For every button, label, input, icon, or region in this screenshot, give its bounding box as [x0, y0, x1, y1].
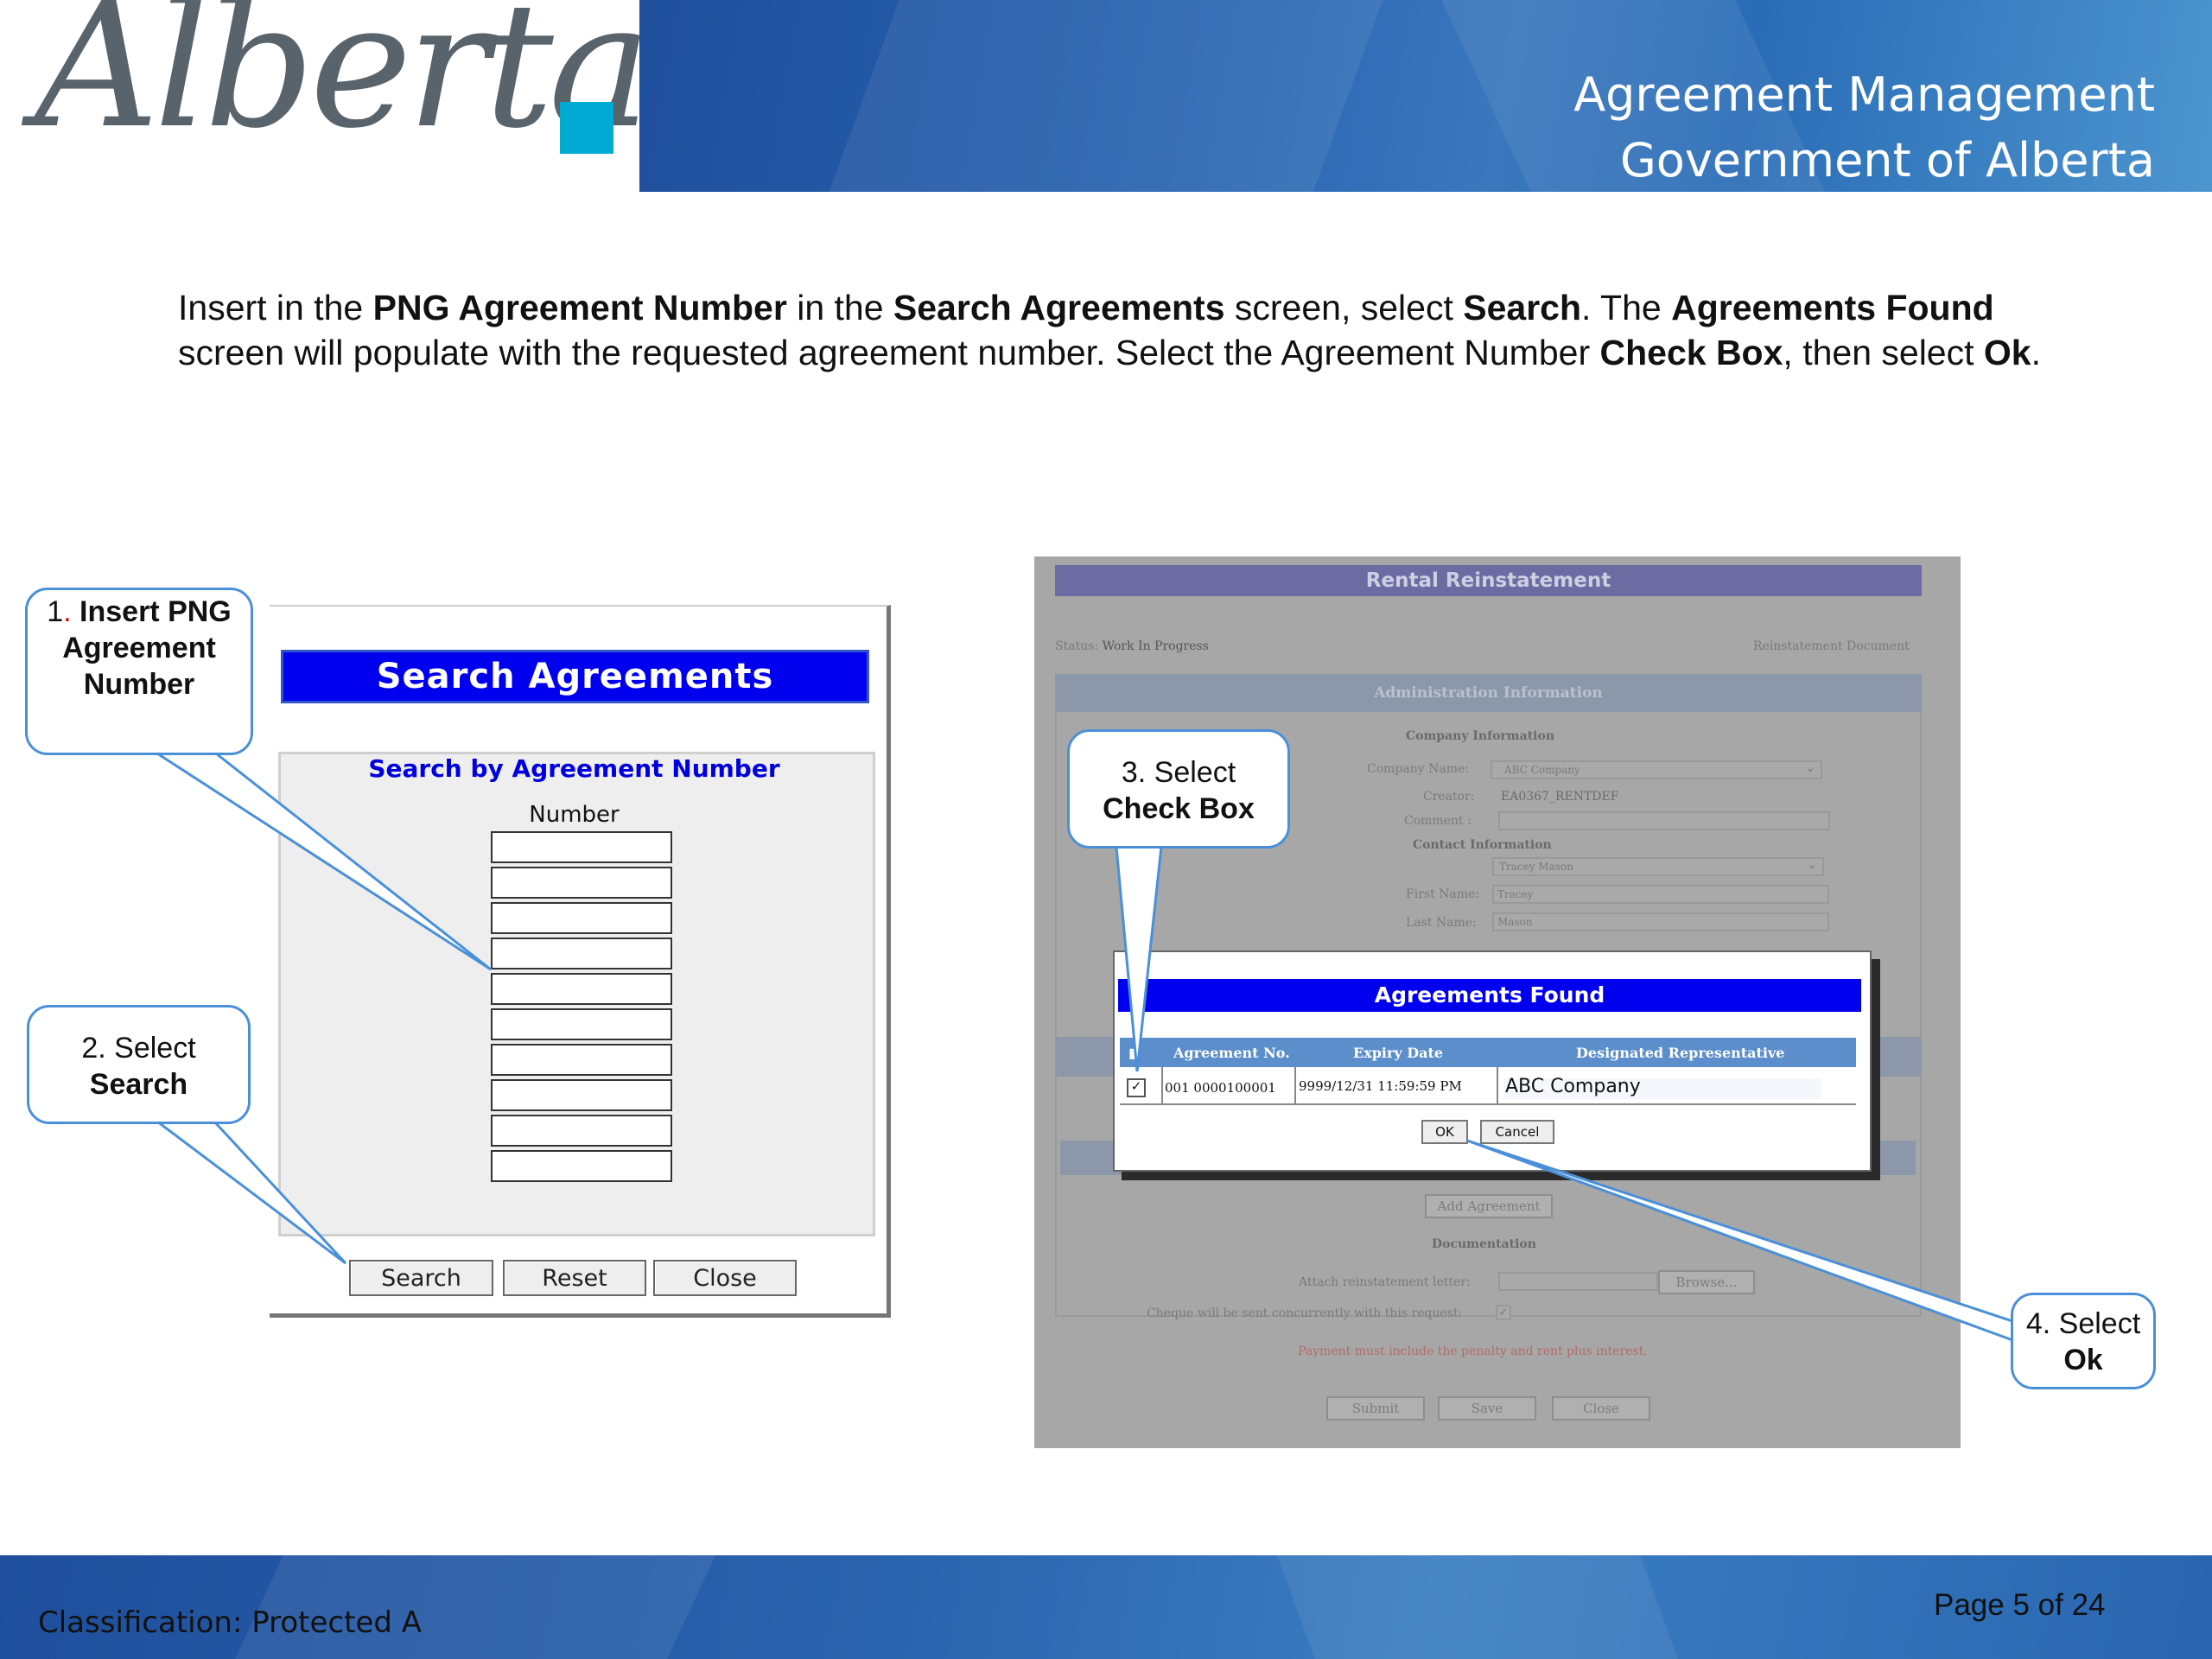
callout-2-pointer — [153, 1120, 347, 1265]
callout-1-pointer — [152, 752, 492, 971]
callout-insert-number: 1. Insert PNG Agreement Number — [25, 588, 253, 755]
callout-3-pointer — [1115, 845, 1163, 1072]
callout-select-ok: 4. Select Ok — [2011, 1293, 2156, 1389]
page-number: Page 5 of 24 — [1934, 1588, 2106, 1622]
callout-4-pointer — [1466, 1139, 2017, 1344]
callout-select-search: 2. Select Search — [27, 1005, 251, 1124]
classification-label: Classification: Protected A — [38, 1605, 423, 1640]
callout-select-checkbox: 3. Select Check Box — [1067, 729, 1290, 849]
